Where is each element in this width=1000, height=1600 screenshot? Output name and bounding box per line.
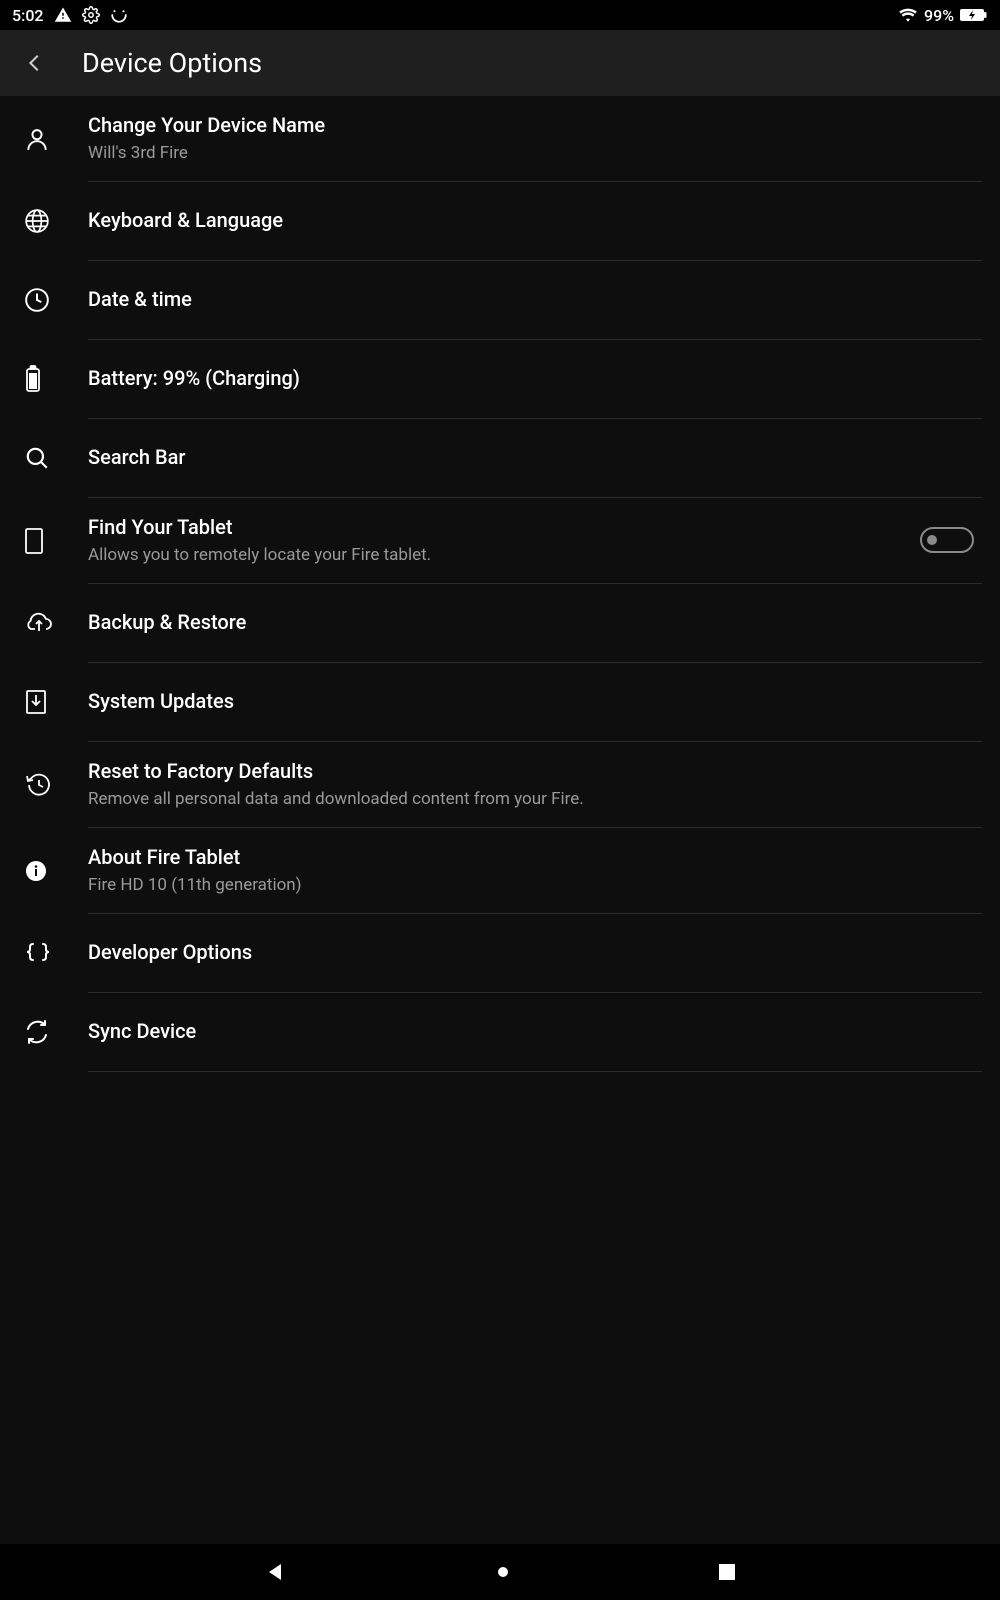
row-title: Find Your Tablet: [88, 514, 920, 541]
row-title: Change Your Device Name: [88, 112, 982, 139]
person-icon: [18, 126, 88, 152]
row-factory-reset[interactable]: Reset to Factory Defaults Remove all per…: [18, 742, 982, 828]
row-keyboard-language[interactable]: Keyboard & Language: [18, 182, 982, 261]
info-icon: [18, 859, 88, 883]
row-subtitle: Remove all personal data and downloaded …: [88, 788, 982, 811]
status-left: 5:02: [12, 6, 128, 25]
row-title: Developer Options: [88, 939, 982, 966]
row-date-time[interactable]: Date & time: [18, 261, 982, 340]
row-device-name[interactable]: Change Your Device Name Will's 3rd Fire: [18, 96, 982, 182]
status-right: 99%: [898, 6, 988, 25]
battery-icon: [18, 365, 88, 393]
nav-back-button[interactable]: [264, 1560, 288, 1584]
navigation-bar: [0, 1544, 1000, 1600]
row-subtitle: Will's 3rd Fire: [88, 142, 982, 165]
warning-icon: [54, 6, 72, 24]
wifi-icon: [898, 7, 918, 23]
back-button[interactable]: [24, 52, 46, 74]
row-title: System Updates: [88, 688, 982, 715]
row-battery[interactable]: Battery: 99% (Charging): [18, 340, 982, 419]
row-backup-restore[interactable]: Backup & Restore: [18, 584, 982, 663]
globe-icon: [18, 208, 88, 234]
row-sync-device[interactable]: Sync Device: [18, 993, 982, 1072]
toggle-knob: [927, 535, 937, 545]
nav-home-button[interactable]: [496, 1565, 510, 1579]
row-subtitle: Fire HD 10 (11th generation): [88, 874, 982, 897]
row-title: Backup & Restore: [88, 609, 982, 636]
row-about[interactable]: About Fire Tablet Fire HD 10 (11th gener…: [18, 828, 982, 914]
row-title: Keyboard & Language: [88, 207, 982, 234]
row-developer-options[interactable]: Developer Options: [18, 914, 982, 993]
braces-icon: [18, 941, 88, 965]
cloud-upload-icon: [18, 611, 88, 635]
search-icon: [18, 445, 88, 471]
status-bar: 5:02 99%: [0, 0, 1000, 30]
tablet-icon: [18, 527, 88, 555]
status-time: 5:02: [12, 6, 44, 25]
history-icon: [18, 772, 88, 798]
status-battery-pct: 99%: [924, 6, 954, 25]
row-title: Date & time: [88, 286, 982, 313]
nav-recent-button[interactable]: [718, 1563, 736, 1581]
settings-list: Change Your Device Name Will's 3rd Fire …: [0, 96, 1000, 1544]
row-system-updates[interactable]: System Updates: [18, 663, 982, 742]
download-box-icon: [18, 689, 88, 715]
clock-icon: [18, 287, 88, 313]
header: Device Options: [0, 30, 1000, 96]
smile-icon: [110, 6, 128, 24]
row-subtitle: Allows you to remotely locate your Fire …: [88, 544, 920, 567]
row-title: Sync Device: [88, 1018, 982, 1045]
sync-icon: [18, 1019, 88, 1045]
row-title: Reset to Factory Defaults: [88, 758, 982, 785]
row-title: About Fire Tablet: [88, 844, 982, 871]
battery-charging-icon: [960, 8, 988, 22]
gear-icon: [82, 6, 100, 24]
row-title: Search Bar: [88, 444, 982, 471]
row-search-bar[interactable]: Search Bar: [18, 419, 982, 498]
find-tablet-toggle[interactable]: [920, 527, 974, 553]
page-title: Device Options: [82, 47, 262, 79]
row-title: Battery: 99% (Charging): [88, 365, 982, 392]
row-find-tablet[interactable]: Find Your Tablet Allows you to remotely …: [18, 498, 982, 584]
